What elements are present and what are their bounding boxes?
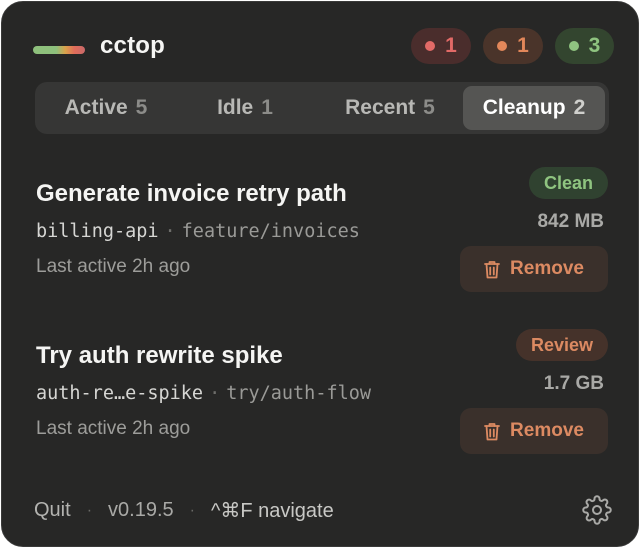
status-pill-count: 3 <box>588 34 601 57</box>
tab-label: Active <box>64 96 128 119</box>
status-pill-red[interactable]: 1 <box>411 28 471 64</box>
status-pill-count: 1 <box>445 34 457 57</box>
status-pill-count: 1 <box>517 34 529 57</box>
tab-label: Recent <box>345 96 416 119</box>
remove-button[interactable]: Remove <box>460 246 608 292</box>
item-meta: billing-api · feature/invoices <box>36 221 360 242</box>
tab-count: 2 <box>573 96 586 119</box>
trash-icon <box>484 422 500 440</box>
item-meta: auth-re…e-spike · try/auth-flow <box>36 383 371 404</box>
tab-count: 5 <box>423 96 435 119</box>
tab-bar: Active 5 Idle 1 Recent 5 Cleanup 2 <box>35 82 609 134</box>
quit-button[interactable]: Quit <box>34 499 71 522</box>
meta-separator: · <box>164 221 176 242</box>
status-pill-green[interactable]: 3 <box>555 28 614 64</box>
remove-button[interactable]: Remove <box>460 408 608 454</box>
tab-label: Cleanup <box>482 96 566 119</box>
status-pill-orange[interactable]: 1 <box>483 28 543 64</box>
cctop-panel: cctop 1 1 3 Active 5 Idle 1 Recent 5 Cle… <box>1 1 639 547</box>
item-title: Try auth rewrite spike <box>36 342 283 369</box>
footer-separator: · <box>189 501 195 519</box>
item-repo: auth-re…e-spike <box>36 383 204 404</box>
item-last-active: Last active 2h ago <box>36 418 191 439</box>
navigate-hint: ^⌘F navigate <box>210 500 334 522</box>
status-badge: Clean <box>529 167 608 199</box>
trash-icon <box>484 260 500 278</box>
item-size: 1.7 GB <box>543 373 604 394</box>
tab-recent[interactable]: Recent 5 <box>323 86 457 130</box>
item-repo: billing-api <box>36 221 159 242</box>
remove-button-label: Remove <box>510 420 584 441</box>
red-dot-icon <box>425 41 436 51</box>
footer: Quit · v0.19.5 · ^⌘F navigate <box>34 498 334 523</box>
item-last-active: Last active 2h ago <box>36 256 191 277</box>
tab-count: 5 <box>135 96 148 119</box>
version-label: v0.19.5 <box>108 499 174 521</box>
tab-cleanup[interactable]: Cleanup 2 <box>463 86 605 130</box>
footer-separator: · <box>86 501 93 519</box>
remove-button-label: Remove <box>510 258 584 279</box>
logo-icon <box>33 46 85 54</box>
green-dot-icon <box>568 41 579 51</box>
app-title: cctop <box>100 32 166 59</box>
item-branch: try/auth-flow <box>226 383 372 404</box>
tab-idle[interactable]: Idle 1 <box>183 86 307 130</box>
tab-active[interactable]: Active 5 <box>39 86 173 130</box>
item-size: 842 MB <box>537 211 604 232</box>
meta-separator: · <box>209 383 221 404</box>
orange-dot-icon <box>497 41 508 51</box>
tab-count: 1 <box>261 96 273 119</box>
status-badge: Review <box>516 329 608 361</box>
gear-icon[interactable] <box>582 495 612 525</box>
tab-label: Idle <box>217 96 254 119</box>
item-title: Generate invoice retry path <box>36 180 347 207</box>
item-branch: feature/invoices <box>181 221 360 242</box>
